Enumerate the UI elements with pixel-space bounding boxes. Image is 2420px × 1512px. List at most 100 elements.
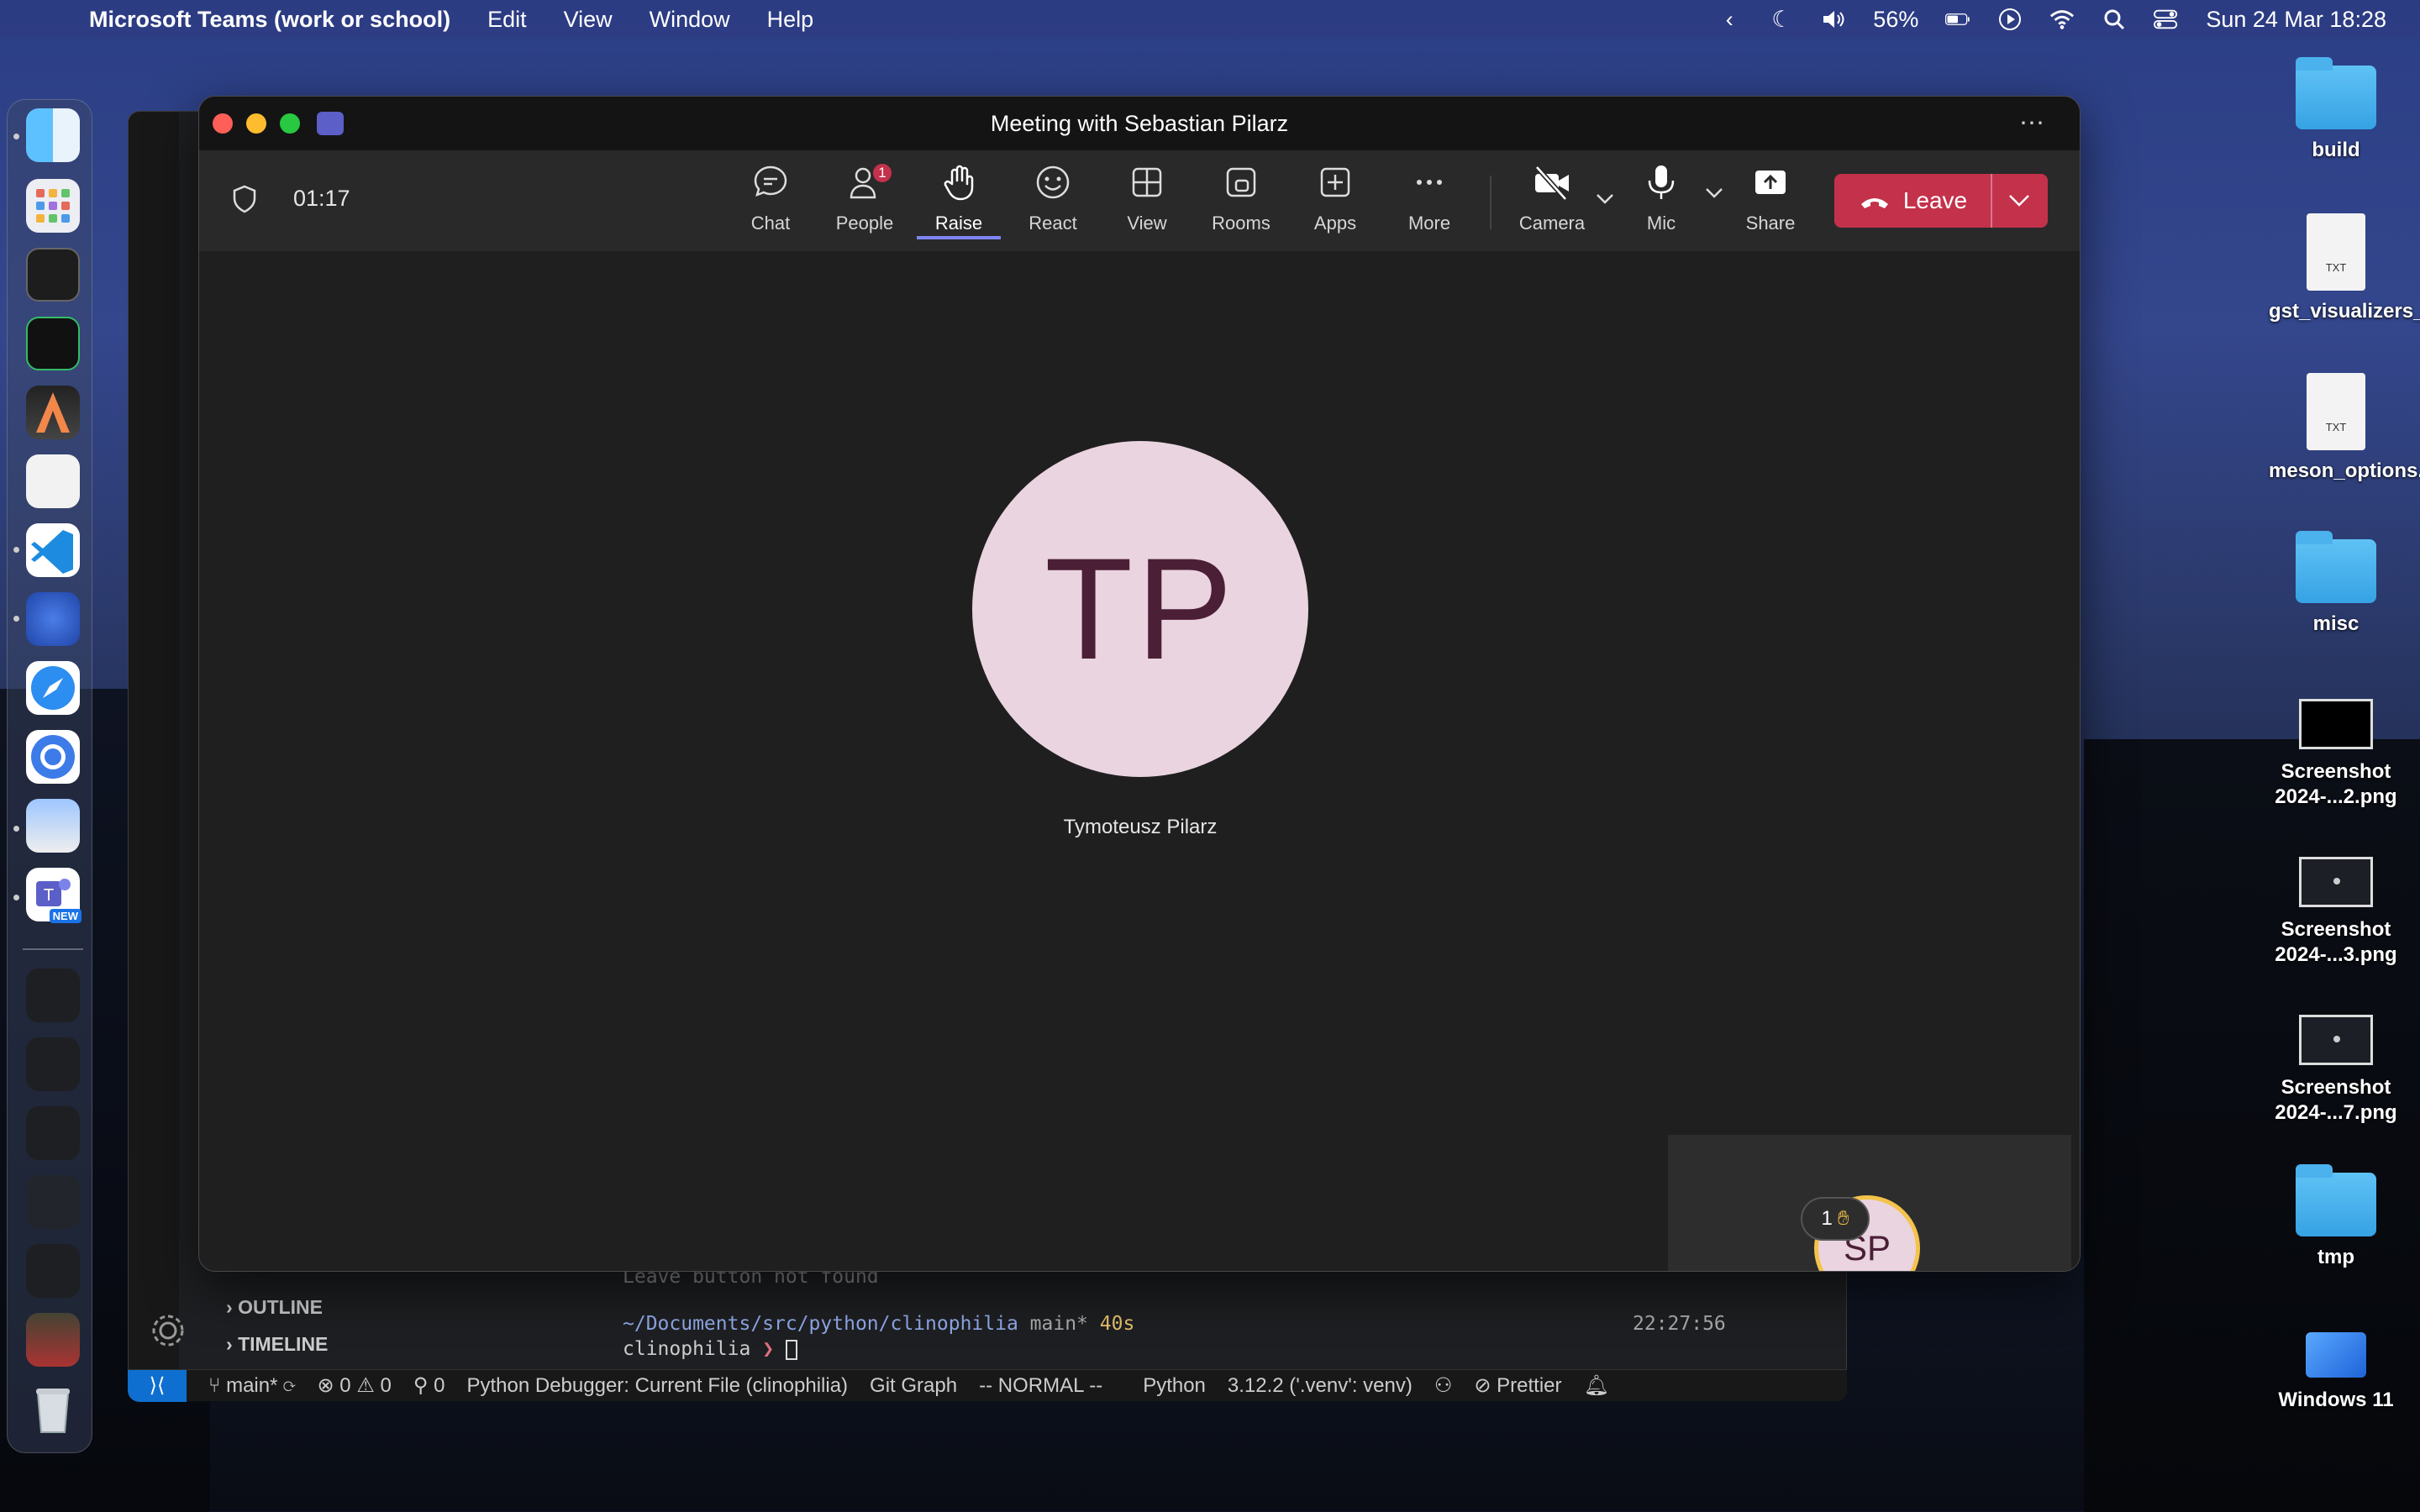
iterm-icon[interactable] [26, 317, 80, 370]
focus-moon-icon[interactable]: ☾ [1769, 7, 1794, 32]
camera-options-chevron-icon[interactable] [1596, 187, 1614, 211]
warp-icon[interactable] [26, 454, 80, 508]
meeting-stage: TP Tymoteusz Pilarz SP 1 ✋︎ [199, 251, 2080, 1271]
status-prettier[interactable]: ⊘ Prettier [1474, 1373, 1561, 1398]
finder-icon[interactable] [26, 108, 80, 162]
terminal-path: ~/Documents/src/python/clinophilia [623, 1313, 1018, 1335]
alacritty-icon[interactable] [26, 386, 80, 439]
notifications-bell-icon[interactable]: 🔔︎ [1584, 1373, 1609, 1398]
desktop-item-meson-options[interactable]: TXT meson_options.txt [2269, 373, 2420, 484]
window-thumbnail-vscode[interactable] [26, 969, 80, 1022]
more-button[interactable]: More [1387, 162, 1471, 239]
launchpad-icon[interactable] [26, 179, 80, 233]
menu-edit[interactable]: Edit [487, 7, 527, 33]
window-thumbnail-vscode[interactable] [26, 1244, 80, 1298]
status-debugger[interactable]: Python Debugger: Current File (clinophil… [466, 1374, 848, 1398]
image-thumbnail-icon [2299, 699, 2373, 749]
outline-section[interactable]: › OUTLINE [226, 1296, 323, 1319]
apps-button[interactable]: Apps [1293, 162, 1377, 239]
status-branch[interactable]: ⑂ main* ⟳ [208, 1374, 296, 1398]
dock-running-indicator [13, 826, 19, 832]
firefox-icon[interactable] [26, 592, 80, 646]
chevron-left-icon[interactable]: ‹ [1717, 7, 1742, 32]
desktop-item-screenshot-3[interactable]: Screenshot 2024-...3.png [2269, 857, 2403, 968]
settings-gear-icon[interactable] [147, 1310, 189, 1356]
vscode-activity-bar [129, 112, 179, 1372]
desktop-item-misc[interactable]: misc [2269, 531, 2403, 637]
menu-clock[interactable]: Sun 24 Mar 18:28 [2206, 7, 2386, 33]
copilot-icon[interactable]: ⚇ [1434, 1373, 1453, 1398]
status-ports[interactable]: ⚲ 0 [413, 1373, 445, 1398]
dock-running-indicator [13, 134, 19, 139]
timeline-label: TIMELINE [238, 1333, 329, 1355]
window-zoom-button[interactable] [280, 113, 300, 134]
now-playing-icon[interactable] [1997, 7, 2023, 32]
terminal-input-line[interactable]: clinophilia ❯ [623, 1338, 797, 1360]
battery-icon[interactable] [1945, 7, 1970, 32]
timeline-section[interactable]: › TIMELINE [226, 1333, 328, 1356]
window-minimize-button[interactable] [246, 113, 266, 134]
wifi-icon[interactable] [2049, 7, 2075, 32]
terminal-icon[interactable] [26, 248, 80, 302]
window-thumbnail-grid[interactable] [26, 1175, 80, 1229]
menu-app-name[interactable]: Microsoft Teams (work or school) [89, 7, 450, 33]
window-close-button[interactable] [213, 113, 233, 134]
volume-icon[interactable] [1821, 7, 1846, 32]
safari-icon[interactable] [26, 661, 80, 715]
text-file-icon: TXT [2307, 373, 2365, 450]
desktop-item-build[interactable]: build [2269, 57, 2403, 163]
more-options-icon[interactable]: ⋯ [2019, 108, 2046, 138]
chrome-icon[interactable] [26, 730, 80, 784]
spotlight-search-icon[interactable] [2102, 7, 2127, 32]
desktop-item-label: Screenshot 2024-...3.png [2275, 918, 2397, 966]
teams-icon[interactable]: T NEW [26, 868, 82, 923]
meeting-timer: 01:17 [293, 186, 350, 211]
desktop-item-screenshot-2[interactable]: Screenshot 2024-...2.png [2269, 699, 2403, 810]
control-center-icon[interactable] [2154, 7, 2179, 32]
view-button[interactable]: View [1105, 162, 1189, 239]
desktop-item-screenshot-7[interactable]: Screenshot 2024-...7.png [2269, 1015, 2403, 1126]
desktop-item-gst-visualizers[interactable]: TXT gst_visualizers_loc.txt [2269, 213, 2420, 324]
remote-indicator-icon[interactable]: ⟩⟨ [128, 1369, 187, 1402]
leave-options-chevron-icon[interactable] [1992, 174, 2046, 228]
self-video-tile[interactable]: SP 1 ✋︎ [1668, 1135, 2071, 1271]
mic-button[interactable]: Mic [1619, 162, 1703, 239]
vscode-icon[interactable] [26, 523, 80, 577]
trash-icon[interactable] [26, 1382, 80, 1436]
prompt-chevron-icon: ❯ [762, 1338, 775, 1360]
window-thumbnail-screenshot[interactable] [26, 1313, 80, 1367]
menu-help[interactable]: Help [767, 7, 814, 33]
camera-button[interactable]: Camera [1510, 162, 1594, 239]
people-button[interactable]: 1 People [823, 162, 907, 239]
terminal-branch: main* [1029, 1313, 1088, 1335]
status-interpreter[interactable]: 3.12.2 ('.venv': venv) [1228, 1374, 1413, 1398]
status-git-graph[interactable]: Git Graph [870, 1374, 957, 1398]
dock-running-indicator [13, 616, 19, 622]
teams-title-bar: Meeting with Sebastian Pilarz ⋯ [199, 97, 2080, 150]
shield-icon[interactable] [229, 184, 260, 214]
desktop-item-tmp[interactable]: tmp [2269, 1164, 2403, 1270]
text-file-icon: TXT [2307, 213, 2365, 291]
menu-view[interactable]: View [564, 7, 613, 33]
microphone-icon [1648, 165, 1675, 199]
leave-button[interactable]: Leave [1834, 174, 1992, 228]
terminal-time: 22:27:56 [1633, 1313, 1726, 1335]
rooms-button[interactable]: Rooms [1199, 162, 1283, 239]
window-thumbnail-vscode[interactable] [26, 1037, 80, 1091]
window-thumbnail-vscode[interactable] [26, 1106, 80, 1160]
react-button[interactable]: React [1011, 162, 1095, 239]
status-vim-mode: -- NORMAL -- [979, 1373, 1103, 1397]
windows-app-icon [2306, 1332, 2366, 1378]
mic-options-chevron-icon[interactable] [1705, 187, 1723, 203]
raise-hand-button[interactable]: Raise [917, 162, 1001, 239]
status-problems[interactable]: ⊗ 0 ⚠ 0 [318, 1373, 392, 1398]
share-button[interactable]: Share [1728, 162, 1812, 239]
preview-icon[interactable] [26, 799, 80, 853]
status-errors: 0 [339, 1374, 351, 1397]
desktop-item-windows11[interactable]: Windows 11 [2269, 1332, 2403, 1413]
status-language[interactable]: Python [1143, 1374, 1206, 1398]
menu-window[interactable]: Window [650, 7, 730, 33]
chat-button[interactable]: Chat [729, 162, 813, 239]
participant-avatar[interactable]: TP [972, 441, 1308, 777]
rooms-icon [1226, 167, 1256, 197]
